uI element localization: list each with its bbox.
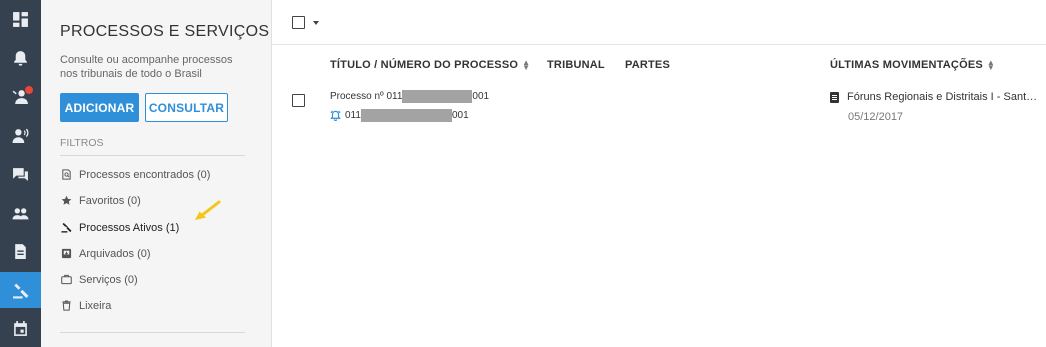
filter-label: Arquivados (0)	[79, 247, 151, 260]
redacted-block	[402, 90, 473, 103]
filter-sidebar: PROCESSOS E SERVIÇOS Consulte ou acompan…	[41, 0, 272, 347]
row-checkbox[interactable]	[292, 94, 305, 107]
main-content: TÍTULO / NÚMERO DO PROCESSO ▲ ▼ TRIBUNAL …	[272, 0, 1046, 347]
column-header-court: TRIBUNAL	[547, 59, 605, 71]
filter-found-processes[interactable]: Processos encontrados (0)	[60, 168, 210, 181]
column-header-movements[interactable]: ÚLTIMAS MOVIMENTAÇÕES ▲ ▼	[830, 59, 995, 72]
column-header-label: PARTES	[625, 59, 671, 71]
filter-favorites[interactable]: Favoritos (0)	[60, 194, 141, 207]
dashboard-icon[interactable]	[0, 1, 41, 37]
process-number-prefix: 011	[345, 110, 361, 121]
movement-date: 05/12/2017	[848, 111, 904, 123]
filter-label: Processos encontrados (0)	[79, 168, 211, 181]
last-movement[interactable]: Fóruns Regionais e Distritais I - Sant…	[830, 91, 1037, 103]
annotation-arrow-icon	[195, 200, 221, 220]
contacts-icon[interactable]	[0, 78, 41, 114]
people-icon[interactable]	[0, 195, 41, 231]
column-header-label: ÚLTIMAS MOVIMENTAÇÕES	[830, 59, 983, 71]
gavel-icon[interactable]	[0, 272, 41, 308]
column-header-label: TRIBUNAL	[547, 59, 605, 71]
sort-icon[interactable]: ▲ ▼	[522, 59, 530, 72]
filter-label: Lixeira	[79, 299, 112, 312]
filter-archived[interactable]: Arquivados (0)	[60, 247, 151, 260]
page-description: Consulte ou acompanhe processos nos trib…	[60, 54, 233, 80]
filter-label: Favoritos (0)	[79, 194, 141, 207]
process-number-suffix: 001	[451, 110, 469, 121]
filter-label: Serviços (0)	[79, 273, 138, 286]
bell-icon[interactable]	[0, 40, 41, 76]
process-title[interactable]: Processo nº 011 001	[330, 90, 489, 103]
filter-trash[interactable]: Lixeira	[60, 299, 111, 312]
column-header-label: TÍTULO / NÚMERO DO PROCESSO	[330, 59, 519, 71]
briefcase-icon	[60, 273, 73, 286]
redacted-block	[360, 109, 452, 122]
calendar-icon[interactable]	[0, 310, 41, 346]
movement-text: Fóruns Regionais e Distritais I - Sant…	[847, 91, 1038, 103]
sort-icon[interactable]: ▲ ▼	[987, 59, 995, 72]
archive-icon	[60, 247, 73, 260]
search-doc-icon	[60, 168, 73, 181]
page-title: PROCESSOS E SERVIÇOS	[60, 23, 270, 40]
list-toolbar	[272, 0, 1046, 45]
document-icon	[830, 91, 839, 103]
process-number: 011 001	[330, 109, 469, 122]
user-voice-icon[interactable]	[0, 117, 41, 153]
column-header-parties: PARTES	[625, 59, 670, 71]
gavel-icon	[60, 221, 73, 234]
document-icon[interactable]	[0, 233, 41, 269]
chevron-down-icon[interactable]	[313, 21, 319, 25]
add-button[interactable]: ADICIONAR	[60, 93, 139, 122]
filters-heading: FILTROS	[60, 137, 104, 149]
select-all-checkbox[interactable]	[292, 16, 305, 29]
chat-icon[interactable]	[0, 156, 41, 192]
trash-icon	[60, 299, 73, 312]
process-title-suffix: 001	[472, 91, 490, 103]
star-icon	[60, 194, 73, 207]
filters-divider	[60, 155, 245, 156]
filter-services[interactable]: Serviços (0)	[60, 273, 138, 286]
notification-badge	[24, 85, 34, 95]
process-title-prefix: Processo nº 011	[330, 91, 403, 103]
sidebar-bottom-divider	[60, 332, 245, 333]
filter-label: Processos Ativos (1)	[79, 221, 180, 234]
alarm-bell-icon[interactable]	[330, 110, 341, 121]
column-header-title[interactable]: TÍTULO / NÚMERO DO PROCESSO ▲ ▼	[330, 59, 530, 72]
app-rail	[0, 0, 41, 347]
filter-active-processes[interactable]: Processos Ativos (1)	[60, 221, 179, 234]
consult-button[interactable]: CONSULTAR	[145, 93, 228, 122]
